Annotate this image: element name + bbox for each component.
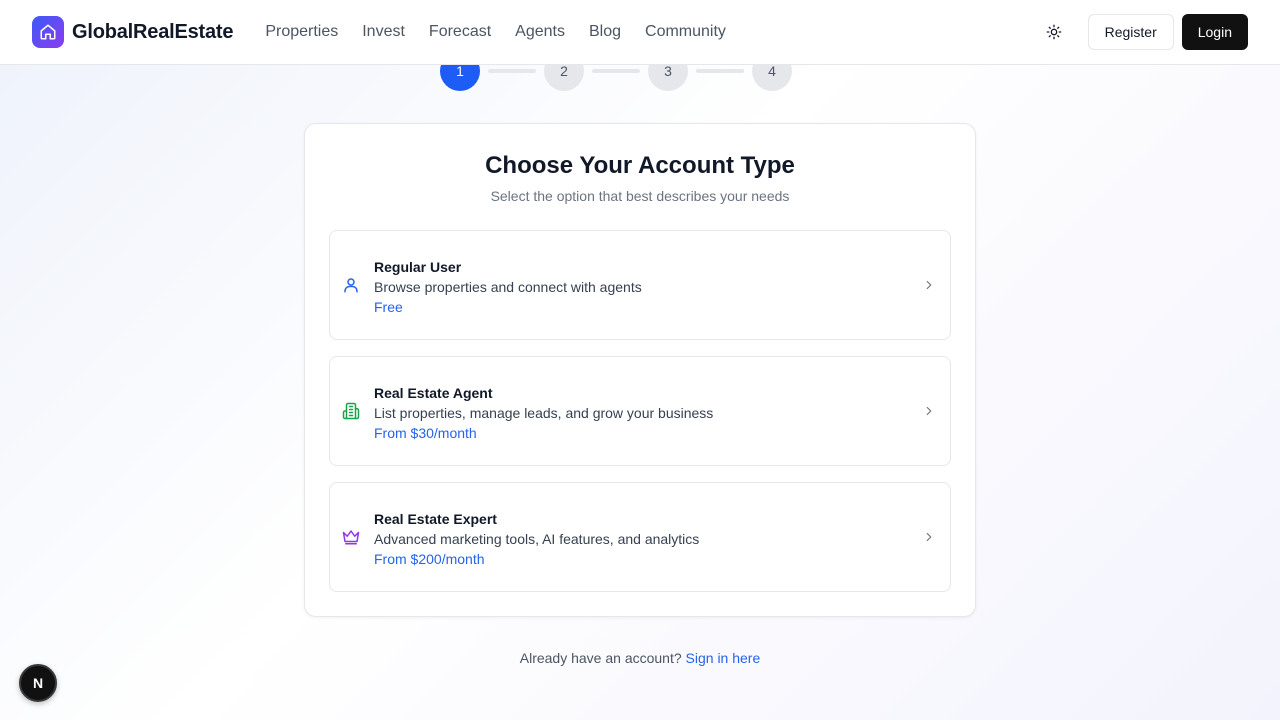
- card-title: Choose Your Account Type: [485, 152, 795, 179]
- option-real-estate-agent[interactable]: Real Estate Agent List properties, manag…: [329, 356, 951, 466]
- signin-link[interactable]: Sign in here: [686, 650, 761, 666]
- option-price: From $200/month: [374, 551, 485, 567]
- nav-invest[interactable]: Invest: [362, 23, 405, 41]
- crown-icon: [342, 530, 360, 545]
- option-title: Regular User: [374, 259, 462, 275]
- option-regular-user[interactable]: Regular User Browse properties and conne…: [329, 230, 951, 340]
- option-description: Advanced marketing tools, AI features, a…: [374, 531, 700, 547]
- brand-link[interactable]: GlobalRealEstate: [32, 16, 234, 48]
- chevron-right-icon: [926, 280, 932, 290]
- signin-prompt: Already have an account? Sign in here: [0, 650, 1280, 666]
- brand-name: GlobalRealEstate: [72, 20, 234, 43]
- register-button[interactable]: Register: [1087, 14, 1174, 50]
- login-button[interactable]: Login: [1181, 14, 1248, 50]
- option-price: Free: [374, 299, 403, 315]
- option-title: Real Estate Expert: [374, 511, 497, 527]
- dev-tools-badge[interactable]: N: [19, 664, 57, 702]
- card-subtitle: Select the option that best describes yo…: [490, 188, 790, 204]
- nav-agents[interactable]: Agents: [515, 23, 565, 41]
- header-actions: Register Login: [1036, 14, 1248, 50]
- step-connector: [696, 69, 744, 73]
- chevron-right-icon: [926, 406, 932, 416]
- option-price: From $30/month: [374, 425, 477, 441]
- signin-prompt-text: Already have an account?: [519, 650, 682, 666]
- top-navbar: GlobalRealEstate Properties Invest Forec…: [0, 0, 1280, 65]
- sun-icon: [1046, 24, 1061, 40]
- building-icon: [342, 402, 360, 420]
- account-type-card: Choose Your Account Type Select the opti…: [304, 123, 976, 617]
- chevron-right-icon: [926, 532, 932, 542]
- option-title: Real Estate Agent: [374, 385, 493, 401]
- main-nav: Properties Invest Forecast Agents Blog C…: [265, 23, 726, 41]
- option-description: Browse properties and connect with agent…: [374, 279, 642, 295]
- step-connector: [488, 69, 536, 73]
- option-real-estate-expert[interactable]: Real Estate Expert Advanced marketing to…: [329, 482, 951, 592]
- step-connector: [592, 69, 640, 73]
- nav-forecast[interactable]: Forecast: [429, 23, 491, 41]
- home-logo-icon: [32, 16, 64, 48]
- nav-blog[interactable]: Blog: [589, 23, 621, 41]
- nav-properties[interactable]: Properties: [265, 23, 338, 41]
- user-icon: [344, 278, 358, 293]
- option-description: List properties, manage leads, and grow …: [374, 405, 714, 421]
- theme-toggle-button[interactable]: [1036, 14, 1072, 50]
- nav-community[interactable]: Community: [645, 23, 726, 41]
